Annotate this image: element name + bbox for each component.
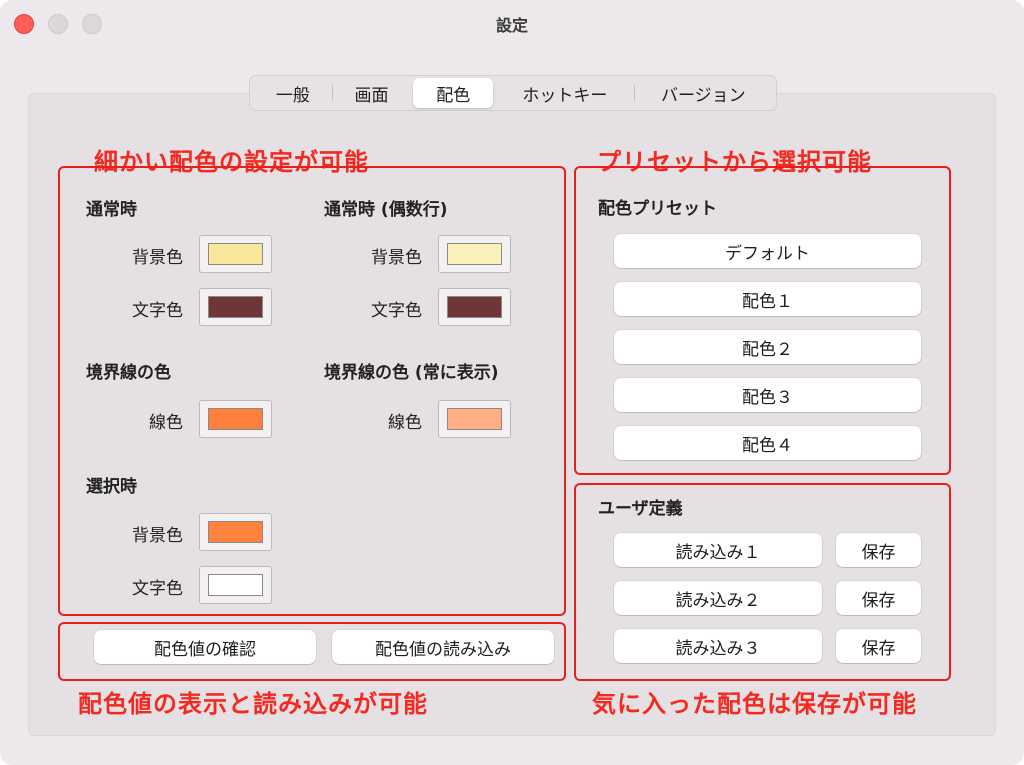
selected-bg-color-well[interactable] bbox=[199, 513, 272, 551]
settings-window: 設定 一般 画面 配色 ホットキー バージョン 細かい配色の設定が可能 プリセッ… bbox=[0, 0, 1024, 765]
selected-text-label: 文字色 bbox=[132, 579, 183, 599]
preset-2-button[interactable]: 配色２ bbox=[614, 330, 921, 364]
tab-display[interactable]: 画面 bbox=[333, 78, 411, 108]
title-bar[interactable]: 設定 bbox=[0, 0, 1024, 46]
user-load-3-button[interactable]: 読み込み３ bbox=[614, 629, 822, 663]
section-normal-even-title: 通常時 (偶数行) bbox=[324, 200, 448, 220]
preset-default-button[interactable]: デフォルト bbox=[614, 234, 921, 268]
highlight-color-settings bbox=[58, 166, 566, 616]
border-always-line-color-well[interactable] bbox=[438, 400, 511, 438]
color-fill bbox=[447, 243, 502, 265]
section-normal-title: 通常時 bbox=[86, 200, 137, 220]
color-fill bbox=[447, 296, 502, 318]
color-fill bbox=[208, 574, 263, 596]
tab-bar: 一般 画面 配色 ホットキー バージョン bbox=[249, 75, 777, 111]
tab-version[interactable]: バージョン bbox=[635, 78, 772, 108]
selected-bg-label: 背景色 bbox=[132, 526, 183, 546]
user-load-1-button[interactable]: 読み込み１ bbox=[614, 533, 822, 567]
selected-text-color-well[interactable] bbox=[199, 566, 272, 604]
normal-even-text-color-well[interactable] bbox=[438, 288, 511, 326]
preset-1-button[interactable]: 配色１ bbox=[614, 282, 921, 316]
annotation-value-io: 配色値の表示と読み込みが可能 bbox=[78, 690, 428, 718]
normal-bg-color-well[interactable] bbox=[199, 235, 272, 273]
user-defined-section-title: ユーザ定義 bbox=[598, 499, 683, 519]
color-fill bbox=[208, 296, 263, 318]
section-selected-title: 選択時 bbox=[86, 477, 137, 497]
load-color-values-button[interactable]: 配色値の読み込み bbox=[332, 630, 554, 664]
user-load-2-button[interactable]: 読み込み２ bbox=[614, 581, 822, 615]
normal-text-color-well[interactable] bbox=[199, 288, 272, 326]
preset-4-button[interactable]: 配色４ bbox=[614, 426, 921, 460]
color-fill bbox=[208, 243, 263, 265]
tab-general[interactable]: 一般 bbox=[254, 78, 332, 108]
border-line-color-well[interactable] bbox=[199, 400, 272, 438]
color-fill bbox=[208, 521, 263, 543]
preset-3-button[interactable]: 配色３ bbox=[614, 378, 921, 412]
normal-even-text-label: 文字色 bbox=[371, 301, 422, 321]
confirm-color-values-button[interactable]: 配色値の確認 bbox=[94, 630, 316, 664]
normal-even-bg-color-well[interactable] bbox=[438, 235, 511, 273]
section-border-always-title: 境界線の色 (常に表示) bbox=[324, 363, 499, 383]
user-save-2-button[interactable]: 保存 bbox=[836, 581, 921, 615]
user-save-1-button[interactable]: 保存 bbox=[836, 533, 921, 567]
section-border-title: 境界線の色 bbox=[86, 363, 171, 383]
normal-bg-label: 背景色 bbox=[132, 248, 183, 268]
normal-text-label: 文字色 bbox=[132, 301, 183, 321]
border-always-line-label: 線色 bbox=[388, 413, 422, 433]
annotation-save: 気に入った配色は保存が可能 bbox=[592, 690, 917, 718]
tab-color-scheme[interactable]: 配色 bbox=[413, 78, 494, 108]
border-line-label: 線色 bbox=[149, 413, 183, 433]
window-title: 設定 bbox=[495, 16, 528, 35]
normal-even-bg-label: 背景色 bbox=[371, 248, 422, 268]
tab-hotkey[interactable]: ホットキー bbox=[496, 78, 633, 108]
user-save-3-button[interactable]: 保存 bbox=[836, 629, 921, 663]
color-fill bbox=[447, 408, 502, 430]
preset-section-title: 配色プリセット bbox=[598, 199, 717, 219]
color-fill bbox=[208, 408, 263, 430]
